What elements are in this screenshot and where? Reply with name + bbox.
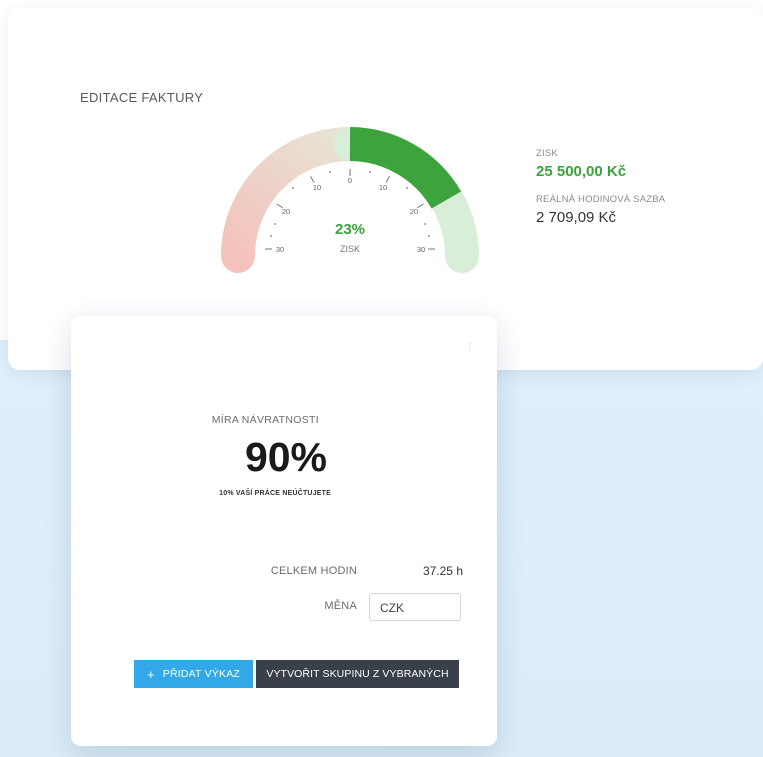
profit-label: ZISK <box>536 148 558 159</box>
tick-label-0: 0 <box>348 176 352 185</box>
create-group-button[interactable]: VYTVOŘIT SKUPINU Z VYBRANÝCH <box>256 660 459 688</box>
stats-panel: ZISK 25 500,00 Kč REÁLNÁ HODINOVÁ SAZBA … <box>536 148 665 226</box>
tick-label-20: 20 <box>410 207 418 216</box>
return-rate-card: ⋮ MÍRA NÁVRATNOSTI 90% 10% VAŠÍ PRÁCE NE… <box>71 316 497 746</box>
profit-gauge: 30 20 10 0 10 20 30 23% ZISK <box>221 127 479 273</box>
currency-label: MĚNA <box>324 600 357 612</box>
return-rate-note: 10% VAŠÍ PRÁCE NEÚČTUJETE <box>219 490 331 497</box>
gauge-percent: 23% <box>335 221 365 238</box>
total-hours-value: 37.25 h <box>422 564 463 578</box>
tick-label-neg20: 20 <box>282 207 290 216</box>
tick-label-10: 10 <box>379 183 387 192</box>
more-menu-icon[interactable]: ⋮ <box>465 343 475 358</box>
hourly-rate-label: REÁLNÁ HODINOVÁ SAZBA <box>536 194 666 205</box>
gauge-sub-label: ZISK <box>340 244 360 254</box>
total-hours-label: CELKEM HODIN <box>270 565 357 577</box>
add-report-button[interactable]: + PŘIDAT VÝKAZ <box>134 660 253 688</box>
tick-label-neg30: 30 <box>276 245 284 254</box>
return-rate-value: 90% <box>244 434 327 480</box>
return-rate-label: MÍRA NÁVRATNOSTI <box>211 414 319 426</box>
tick-label-neg10: 10 <box>313 183 321 192</box>
gauge-value-arc <box>349 127 462 209</box>
add-report-label: PŘIDAT VÝKAZ <box>162 668 241 680</box>
gauge-negative-arc <box>221 127 367 273</box>
card-title: EDITACE FAKTURY <box>80 90 204 105</box>
hourly-rate-value: 2 709,09 Kč <box>536 209 617 226</box>
tick-label-30: 30 <box>417 245 425 254</box>
profit-value: 25 500,00 Kč <box>536 163 627 180</box>
plus-icon: + <box>146 666 155 682</box>
currency-input[interactable]: CZK <box>369 593 461 621</box>
